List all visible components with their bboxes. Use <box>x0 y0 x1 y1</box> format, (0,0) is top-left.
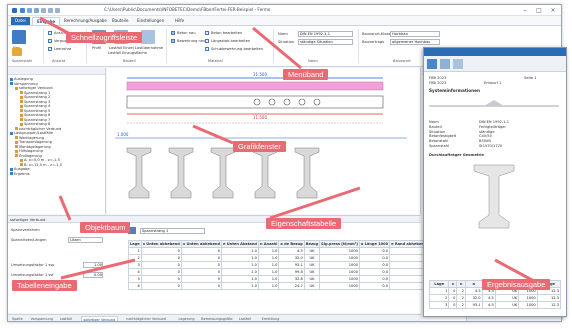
callout-ribbon: Menüband <box>283 69 329 80</box>
callout-result: Ergebnisausgabe <box>482 279 551 290</box>
callout-quick-access: Schnellzugriffsleiste <box>66 32 143 43</box>
callout-table: Tabelleneingabe <box>12 280 77 291</box>
callout-properties: Eigenschaftstabelle <box>266 218 342 229</box>
callout-tree: Objektbaum <box>80 222 131 233</box>
callout-graphics: Grafikfenster <box>233 141 286 152</box>
